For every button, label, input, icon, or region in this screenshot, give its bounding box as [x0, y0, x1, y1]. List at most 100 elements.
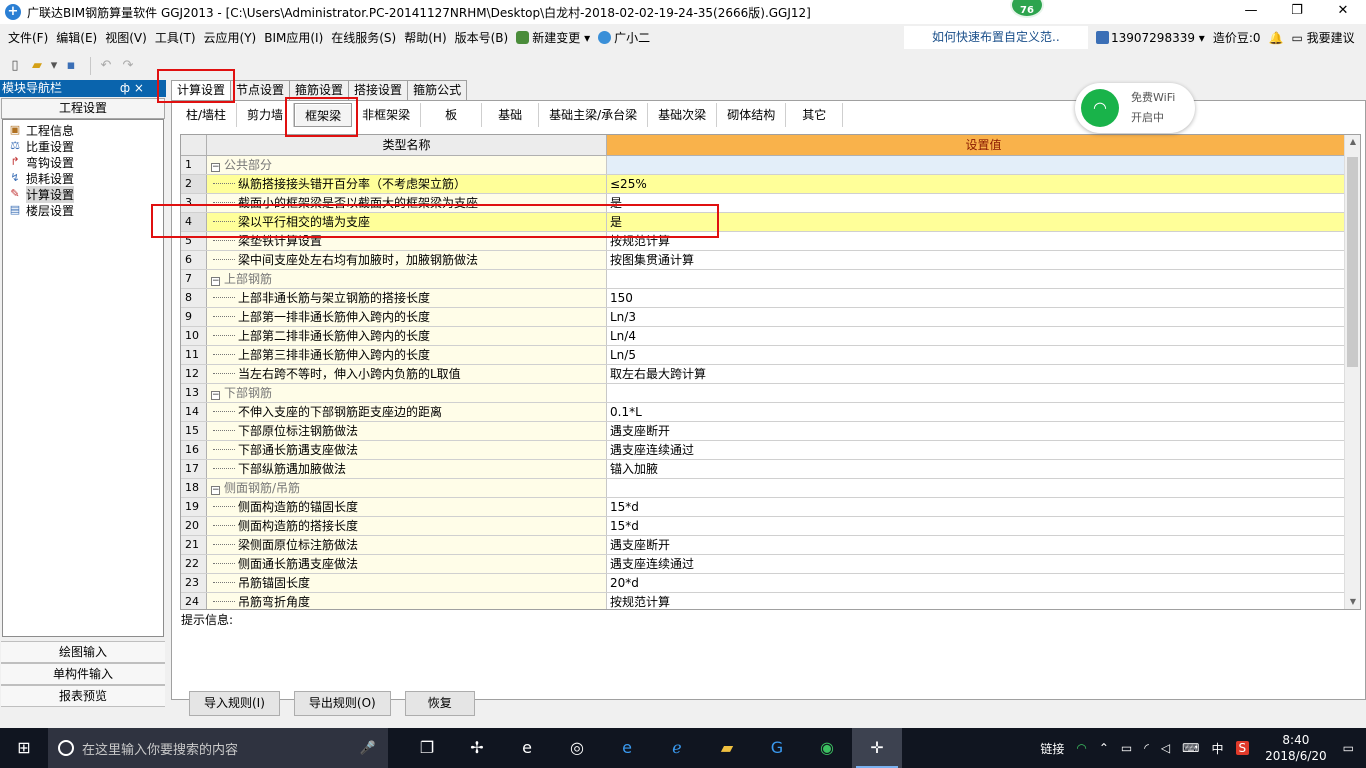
- table-row[interactable]: 21 梁侧面原位标注筋做法 遇支座断开: [181, 536, 1345, 555]
- new-change-menu[interactable]: 新建变更 ▾: [512, 29, 594, 46]
- suggest-link[interactable]: ▭ 我要建议: [1291, 29, 1354, 46]
- group-row[interactable]: 18− 侧面钢筋/吊筋: [181, 479, 1345, 498]
- ie-blue-icon[interactable]: ℯ: [652, 728, 702, 768]
- free-wifi-popup[interactable]: ◠ 免费WiFi 开启中: [1075, 83, 1195, 133]
- setting-value-cell[interactable]: 按规范计算: [607, 593, 1345, 609]
- subtab-foundation-secondary-beam[interactable]: 基础次梁: [648, 103, 718, 127]
- collapse-icon[interactable]: −: [211, 163, 220, 172]
- ggj-app-icon[interactable]: ✛: [852, 728, 902, 768]
- export-rules-button[interactable]: 导出规则(O): [293, 691, 391, 716]
- menu-help[interactable]: 帮助(H): [400, 29, 450, 46]
- subtab-non-frame-beam[interactable]: 非框架梁: [352, 103, 422, 127]
- subtab-other[interactable]: 其它: [786, 103, 844, 127]
- collapse-icon[interactable]: −: [211, 277, 220, 286]
- scroll-down-icon[interactable]: ▼: [1345, 595, 1360, 609]
- table-row[interactable]: 19 侧面构造筋的锚固长度 15*d: [181, 498, 1345, 517]
- subtab-masonry[interactable]: 砌体结构: [717, 103, 787, 127]
- setting-value-cell[interactable]: 取左右最大跨计算: [607, 365, 1345, 383]
- setting-value-cell[interactable]: 遇支座断开: [607, 422, 1345, 440]
- network-icon[interactable]: ◜: [1144, 741, 1149, 755]
- menu-online[interactable]: 在线服务(S): [327, 29, 400, 46]
- bell-icon[interactable]: 🔔: [1269, 31, 1284, 45]
- battery-icon[interactable]: ▭: [1121, 741, 1132, 755]
- setting-value-cell[interactable]: 遇支座断开: [607, 536, 1345, 554]
- table-row[interactable]: 10 上部第二排非通长筋伸入跨内的长度 Ln/4: [181, 327, 1345, 346]
- points-label[interactable]: 造价豆:0: [1213, 29, 1261, 46]
- tab-stirrup-settings[interactable]: 箍筋设置: [289, 80, 350, 100]
- setting-value-cell[interactable]: 锚入加腋: [607, 460, 1345, 478]
- group-row[interactable]: 1− 公共部分: [181, 156, 1345, 175]
- group-row[interactable]: 7− 上部钢筋: [181, 270, 1345, 289]
- notify-app-icon[interactable]: ◎: [552, 728, 602, 768]
- tree-item-loss[interactable]: ↯ 损耗设置: [3, 170, 163, 186]
- table-row[interactable]: 22 侧面通长筋遇支座做法 遇支座连续通过: [181, 555, 1345, 574]
- subtab-foundation[interactable]: 基础: [482, 103, 540, 127]
- green-app-icon[interactable]: ◉: [802, 728, 852, 768]
- table-row[interactable]: 9 上部第一排非通长筋伸入跨内的长度 Ln/3: [181, 308, 1345, 327]
- user-account[interactable]: 13907298339 ▾: [1096, 30, 1205, 45]
- dropdown-arrow-icon[interactable]: ▾: [50, 57, 58, 75]
- table-row[interactable]: 8 上部非通长筋与架立钢筋的搭接长度 150: [181, 289, 1345, 308]
- undo-icon[interactable]: ↶: [97, 57, 115, 75]
- table-row[interactable]: 6 梁中间支座处左右均有加腋时，加腋钢筋做法 按图集贯通计算: [181, 251, 1345, 270]
- keyboard-icon[interactable]: ⌨: [1182, 741, 1199, 755]
- table-row[interactable]: 3 截面小的框架梁是否以截面大的框架梁为支座 是: [181, 194, 1345, 213]
- edge-browser-icon[interactable]: e: [602, 728, 652, 768]
- collapse-icon[interactable]: −: [211, 486, 220, 495]
- subtab-shear-wall[interactable]: 剪力墙: [237, 103, 295, 127]
- taskbar-search[interactable]: 在这里输入你要搜索的内容 🎤: [48, 728, 388, 768]
- table-row[interactable]: 4 梁以平行相交的墙为支座 是: [181, 213, 1345, 232]
- wifi-tray-icon[interactable]: ◠: [1076, 741, 1086, 755]
- tree-item-floor[interactable]: ▤ 楼层设置: [3, 202, 163, 218]
- open-folder-icon[interactable]: ▰: [28, 57, 46, 75]
- sogou-icon[interactable]: S: [1235, 741, 1250, 755]
- group-row[interactable]: 13− 下部钢筋: [181, 384, 1345, 403]
- table-row[interactable]: 24 吊筋弯折角度 按规范计算: [181, 593, 1345, 609]
- restore-button[interactable]: 恢复: [404, 691, 475, 716]
- assistant-menu[interactable]: 广小二: [594, 29, 654, 46]
- setting-value-cell[interactable]: 是: [607, 213, 1345, 231]
- setting-value-cell[interactable]: 遇支座连续通过: [607, 441, 1345, 459]
- table-row[interactable]: 5 梁垫铁计算设置 按规范计算: [181, 232, 1345, 251]
- menu-version[interactable]: 版本号(B): [451, 29, 513, 46]
- setting-value-cell[interactable]: 是: [607, 194, 1345, 212]
- chevron-up-icon[interactable]: ⌃: [1099, 741, 1109, 755]
- nav-single-component[interactable]: 单构件输入: [1, 663, 165, 685]
- scroll-up-icon[interactable]: ▲: [1345, 135, 1360, 149]
- menu-tools[interactable]: 工具(T): [151, 29, 200, 46]
- collapse-icon[interactable]: −: [211, 391, 220, 400]
- minimize-button[interactable]: —: [1228, 0, 1274, 24]
- subtab-frame-beam[interactable]: 框架梁: [294, 103, 353, 127]
- redo-icon[interactable]: ↷: [119, 57, 137, 75]
- subtab-foundation-main-beam[interactable]: 基础主梁/承台梁: [539, 103, 649, 127]
- ie-browser-icon[interactable]: e: [502, 728, 552, 768]
- tree-item-hook[interactable]: ↱ 弯钩设置: [3, 154, 163, 170]
- tab-stirrup-formula[interactable]: 箍筋公式: [407, 80, 468, 100]
- clock[interactable]: 8:40 2018/6/20: [1265, 732, 1327, 764]
- tip-link[interactable]: 如何快速布置自定义范..: [904, 26, 1088, 49]
- scroll-thumb[interactable]: [1347, 157, 1358, 367]
- table-row[interactable]: 20 侧面构造筋的搭接长度 15*d: [181, 517, 1345, 536]
- setting-value-cell[interactable]: Ln/4: [607, 327, 1345, 345]
- table-row[interactable]: 11 上部第三排非通长筋伸入跨内的长度 Ln/5: [181, 346, 1345, 365]
- microphone-icon[interactable]: 🎤: [360, 741, 376, 756]
- tree-item-weight[interactable]: ⚖ 比重设置: [3, 138, 163, 154]
- volume-icon[interactable]: ◁: [1161, 741, 1170, 755]
- nav-drawing-input[interactable]: 绘图输入: [1, 641, 165, 663]
- setting-value-cell[interactable]: Ln/3: [607, 308, 1345, 326]
- save-icon[interactable]: ▪: [62, 57, 80, 75]
- subtab-column[interactable]: 柱/墙柱: [176, 103, 238, 127]
- tab-calc-settings[interactable]: 计算设置: [171, 80, 232, 101]
- link-label[interactable]: 链接: [1040, 740, 1064, 757]
- setting-value-cell[interactable]: 15*d: [607, 517, 1345, 535]
- setting-value-cell[interactable]: 150: [607, 289, 1345, 307]
- tab-lap-settings[interactable]: 搭接设置: [348, 80, 409, 100]
- tree-item-calc[interactable]: ✎ 计算设置: [3, 185, 163, 203]
- table-row[interactable]: 14 不伸入支座的下部钢筋距支座边的距离 0.1*L: [181, 403, 1345, 422]
- subtab-slab[interactable]: 板: [421, 103, 483, 127]
- table-row[interactable]: 12 当左右跨不等时，伸入小跨内负筋的L取值 取左右最大跨计算: [181, 365, 1345, 384]
- pin-close-icon[interactable]: ф ×: [120, 80, 166, 97]
- score-badge[interactable]: 76: [1010, 0, 1044, 18]
- task-view-icon[interactable]: ❐: [402, 728, 452, 768]
- close-button[interactable]: ✕: [1320, 0, 1366, 24]
